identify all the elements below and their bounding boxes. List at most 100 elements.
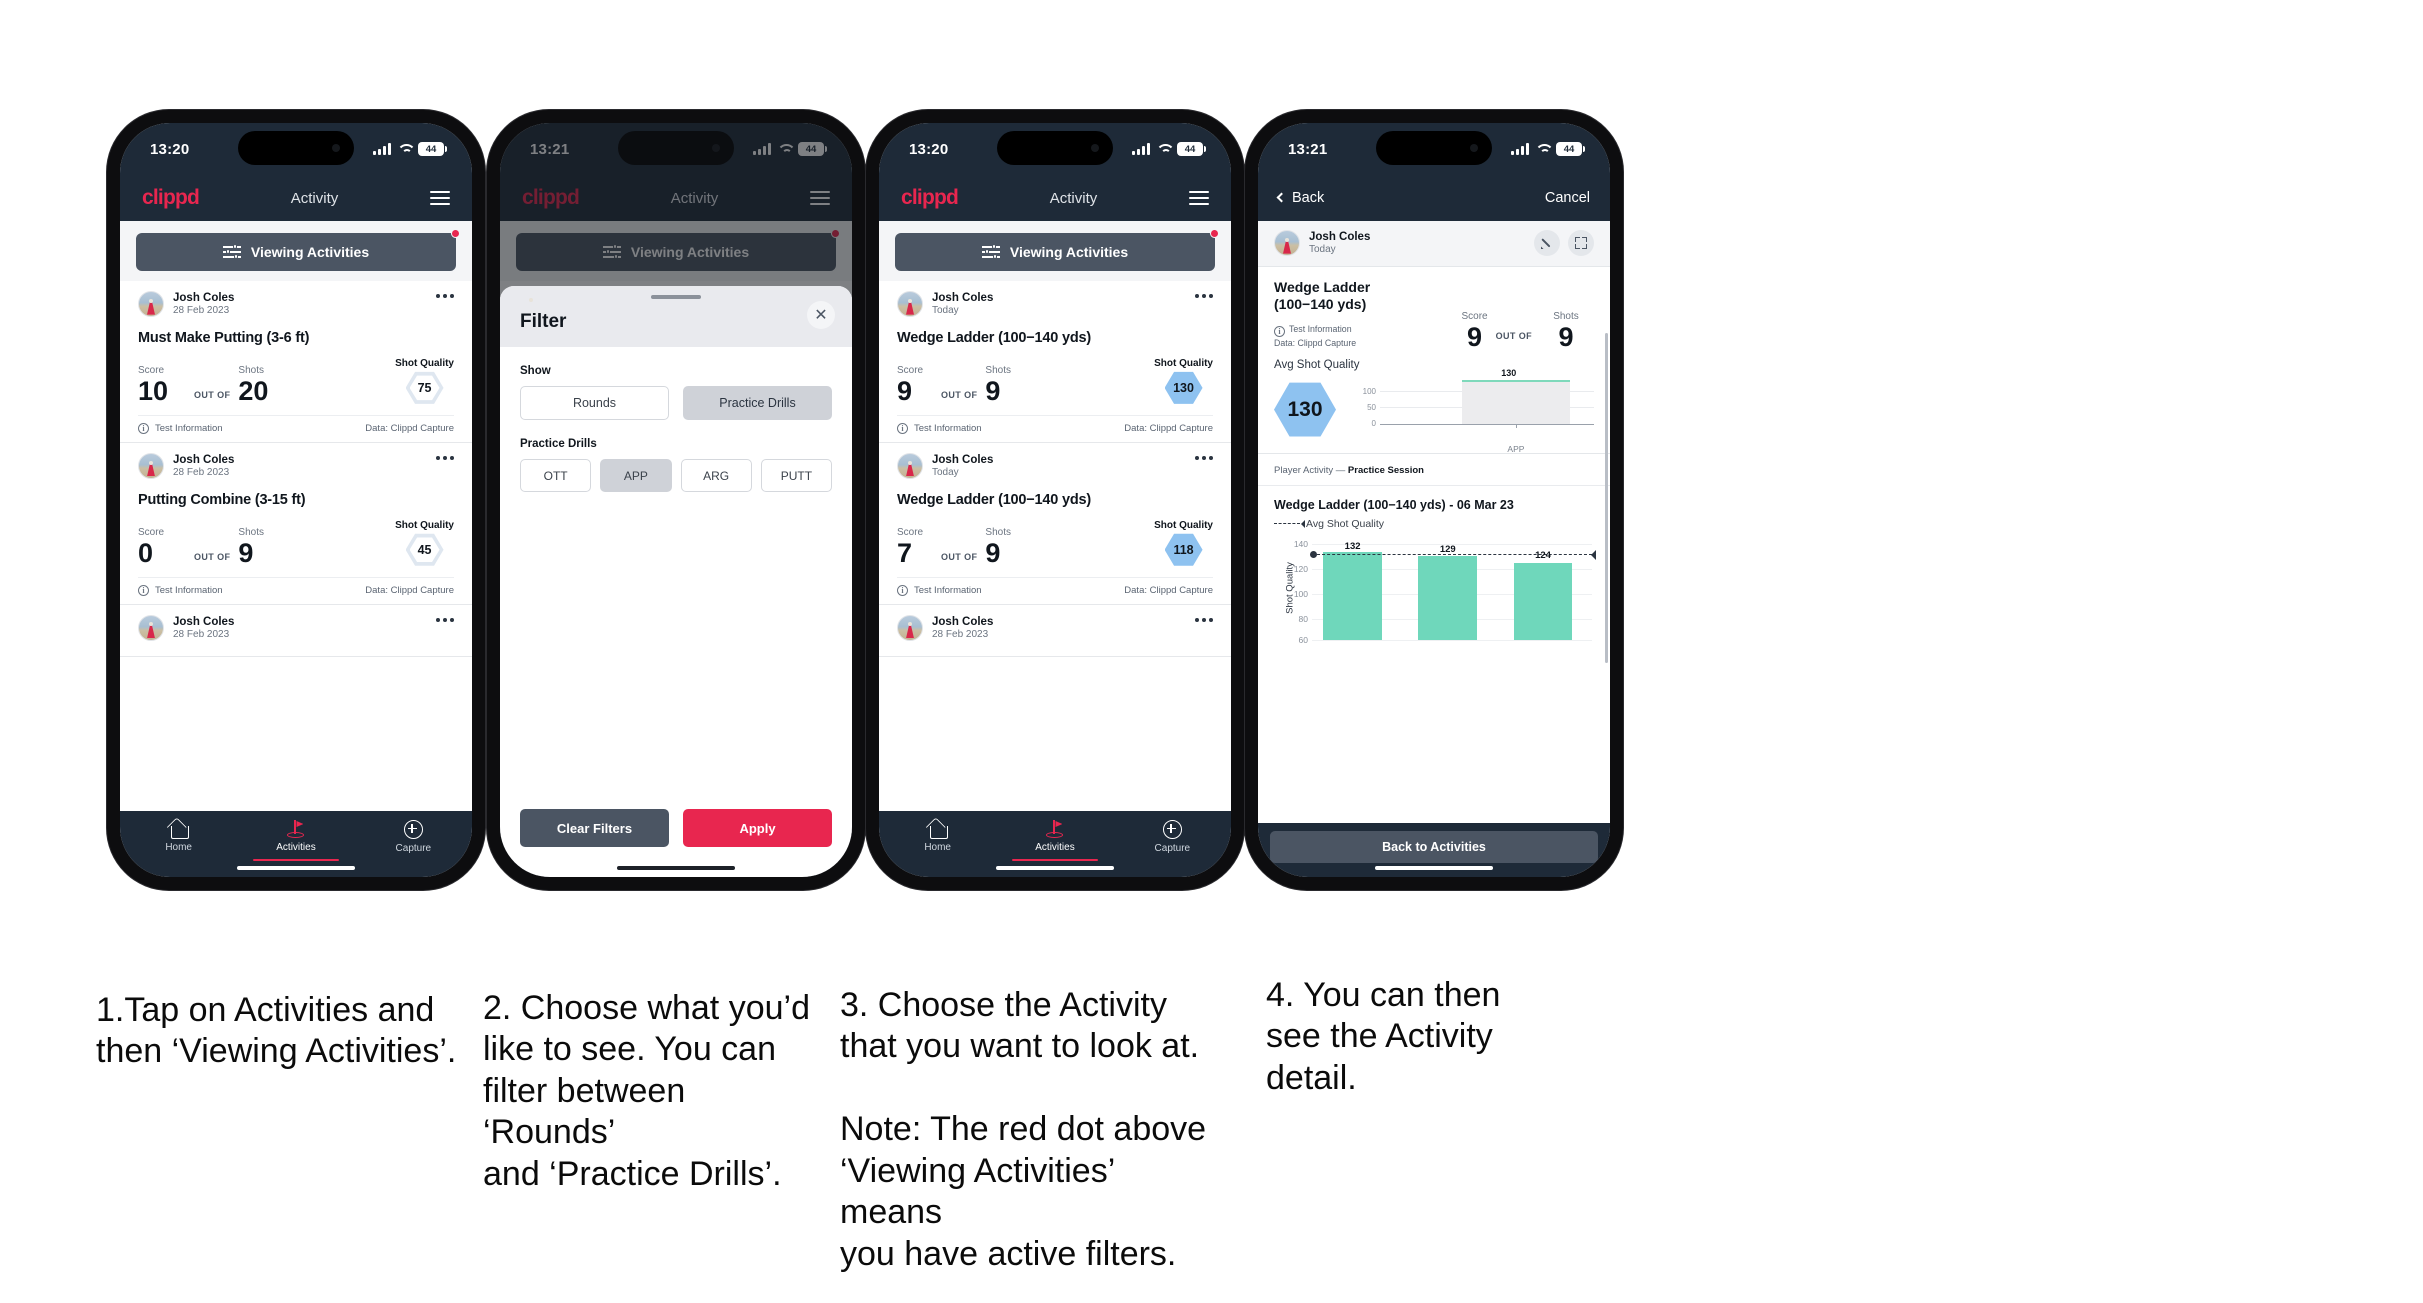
apply-button[interactable]: Apply xyxy=(683,809,832,847)
shots-label: Shots xyxy=(238,526,264,538)
data-source-label: Data: Clippd Capture xyxy=(1124,422,1213,434)
chart-ytick: 140 xyxy=(1293,538,1308,549)
active-filter-dot xyxy=(1210,229,1219,238)
more-options-icon[interactable] xyxy=(1195,291,1213,298)
caption-step-4: 4. You can then see the Activity detail. xyxy=(1266,976,1501,1097)
drill-option-arg[interactable]: ARG xyxy=(680,459,752,492)
mini-chart-ytick: 0 xyxy=(1371,418,1376,428)
chart-plot-area: 140 120 100 80 60 132 129 124 xyxy=(1294,539,1596,645)
test-information-label: Test Information xyxy=(155,584,223,596)
nav-item-home[interactable]: Home xyxy=(879,820,996,853)
avatar xyxy=(1274,230,1300,257)
test-information[interactable]: i Test Information xyxy=(138,422,223,434)
tutorial-stage: 13:20 44 clippd Activity Viewing Activit… xyxy=(0,0,2423,1303)
drill-option-app[interactable]: APP xyxy=(600,459,672,492)
more-options-icon[interactable] xyxy=(1195,615,1213,622)
avatar xyxy=(897,291,923,318)
app-logo[interactable]: clippd xyxy=(142,186,200,210)
activity-feed[interactable]: Josh Coles 28 Feb 2023 Must Make Putting… xyxy=(120,281,472,811)
app-header: clippd Activity xyxy=(120,175,472,221)
activity-date: 28 Feb 2023 xyxy=(173,467,230,479)
shot-quality-stat: Shot Quality 130 xyxy=(1154,358,1213,405)
activity-card-partial[interactable]: Josh Coles 28 Feb 2023 xyxy=(879,605,1231,657)
caption-step-2: 2. Choose what you’d like to see. You ca… xyxy=(483,989,810,1193)
active-filter-dot xyxy=(451,229,460,238)
viewing-activities-button[interactable]: Viewing Activities xyxy=(895,233,1215,271)
chart-legend: Avg Shot Quality xyxy=(1258,518,1610,536)
chart-ytick: 80 xyxy=(1298,613,1308,624)
menu-icon[interactable] xyxy=(430,191,450,205)
chevron-left-icon xyxy=(1276,192,1287,203)
show-option-rounds[interactable]: Rounds xyxy=(520,386,669,420)
score-label: Score xyxy=(138,364,165,376)
avg-line-icon xyxy=(1274,520,1305,529)
chart-bar-label: 132 xyxy=(1344,540,1361,552)
menu-icon[interactable] xyxy=(1189,191,1209,205)
shot-quality-badge: 130 xyxy=(1164,371,1203,404)
nav-item-capture[interactable]: Capture xyxy=(1114,820,1231,854)
back-button[interactable]: Back xyxy=(1276,190,1324,206)
dynamic-island xyxy=(238,131,354,165)
card-stats: Score 9 OUT OF Shots 9 Shot Quality 130 xyxy=(897,358,1213,415)
drill-option-ott[interactable]: OTT xyxy=(520,459,592,492)
card-footer: i Test Information Data: Clippd Capture xyxy=(138,576,454,604)
activity-feed[interactable]: Josh Coles Today Wedge Ladder (100−140 y… xyxy=(879,281,1231,811)
status-bar: 13:21 44 xyxy=(1258,123,1610,175)
expand-icon[interactable] xyxy=(1568,230,1594,257)
nav-label: Home xyxy=(924,842,951,853)
viewing-activities-button[interactable]: Viewing Activities xyxy=(136,233,456,271)
pencil-icon[interactable] xyxy=(1534,230,1560,257)
bottom-nav: Home Activities Capture xyxy=(879,811,1231,877)
viewing-bar-wrap: Viewing Activities xyxy=(879,221,1231,281)
nav-item-capture[interactable]: Capture xyxy=(355,820,472,854)
back-to-activities-button[interactable]: Back to Activities xyxy=(1270,831,1598,863)
scrollbar-thumb[interactable] xyxy=(1605,333,1608,663)
detail-summary: Wedge Ladder (100−140 yds) i Test Informa… xyxy=(1258,266,1610,359)
shots-value: 9 xyxy=(985,375,1001,406)
user-name: Josh Coles xyxy=(173,615,235,628)
nav-item-activities[interactable]: Activities xyxy=(237,820,354,853)
nav-item-home[interactable]: Home xyxy=(120,820,237,853)
detail-scroll-area[interactable]: Josh Coles Today Wedge Ladder (100−140 y… xyxy=(1258,221,1610,823)
activity-card[interactable]: Josh Coles 28 Feb 2023 Putting Combine (… xyxy=(120,443,472,605)
activity-card[interactable]: Josh Coles Today Wedge Ladder (100−140 y… xyxy=(879,443,1231,605)
test-information[interactable]: i Test Information xyxy=(897,584,982,596)
drill-option-putt[interactable]: PUTT xyxy=(760,459,832,492)
shots-label: Shots xyxy=(985,526,1011,538)
shot-quality-stat: Shot Quality 118 xyxy=(1154,520,1213,567)
status-time: 13:21 xyxy=(1288,140,1328,158)
caption-step-1: 1.Tap on Activities and then ‘Viewing Ac… xyxy=(96,991,457,1071)
info-icon: i xyxy=(138,584,149,596)
drag-handle[interactable] xyxy=(651,295,701,299)
info-icon: i xyxy=(897,584,908,596)
player-activity-row: Player Activity — Practice Session xyxy=(1258,454,1610,486)
clear-filters-button[interactable]: Clear Filters xyxy=(520,809,669,847)
app-logo[interactable]: clippd xyxy=(901,186,959,210)
more-options-icon[interactable] xyxy=(436,615,454,622)
test-information[interactable]: i Test Information xyxy=(138,584,223,596)
phone-3-screen: 13:20 44 clippd Activity Viewing Activit… xyxy=(879,123,1231,877)
test-information[interactable]: i Test Information xyxy=(897,422,982,434)
activity-card-partial[interactable]: Josh Coles 28 Feb 2023 xyxy=(120,605,472,657)
shot-quality-badge: 45 xyxy=(405,533,444,566)
activity-card[interactable]: Josh Coles 28 Feb 2023 Must Make Putting… xyxy=(120,281,472,443)
close-icon[interactable]: ✕ xyxy=(807,301,835,329)
more-options-icon[interactable] xyxy=(436,291,454,298)
activity-card[interactable]: Josh Coles Today Wedge Ladder (100−140 y… xyxy=(879,281,1231,443)
user-name: Josh Coles xyxy=(173,292,235,304)
more-options-icon[interactable] xyxy=(436,453,454,460)
cancel-button[interactable]: Cancel xyxy=(1545,190,1590,206)
activity-date: 28 Feb 2023 xyxy=(173,305,230,317)
data-source-label: Data: Clippd Capture xyxy=(365,422,454,434)
show-option-practice-drills[interactable]: Practice Drills xyxy=(683,386,832,420)
more-options-icon[interactable] xyxy=(1195,453,1213,460)
activity-date: Today xyxy=(932,467,959,479)
drill-options: OTT APP ARG PUTT xyxy=(520,459,832,492)
nav-item-activities[interactable]: Activities xyxy=(996,820,1113,853)
detail-user-row: Josh Coles Today xyxy=(1258,221,1610,267)
mini-chart-data-label: 130 xyxy=(1501,367,1517,378)
shot-quality-value: 45 xyxy=(409,537,440,562)
status-time: 13:20 xyxy=(909,140,949,158)
modal-title: Filter xyxy=(520,311,567,332)
phone-1: 13:20 44 clippd Activity Viewing Activit… xyxy=(107,110,485,890)
